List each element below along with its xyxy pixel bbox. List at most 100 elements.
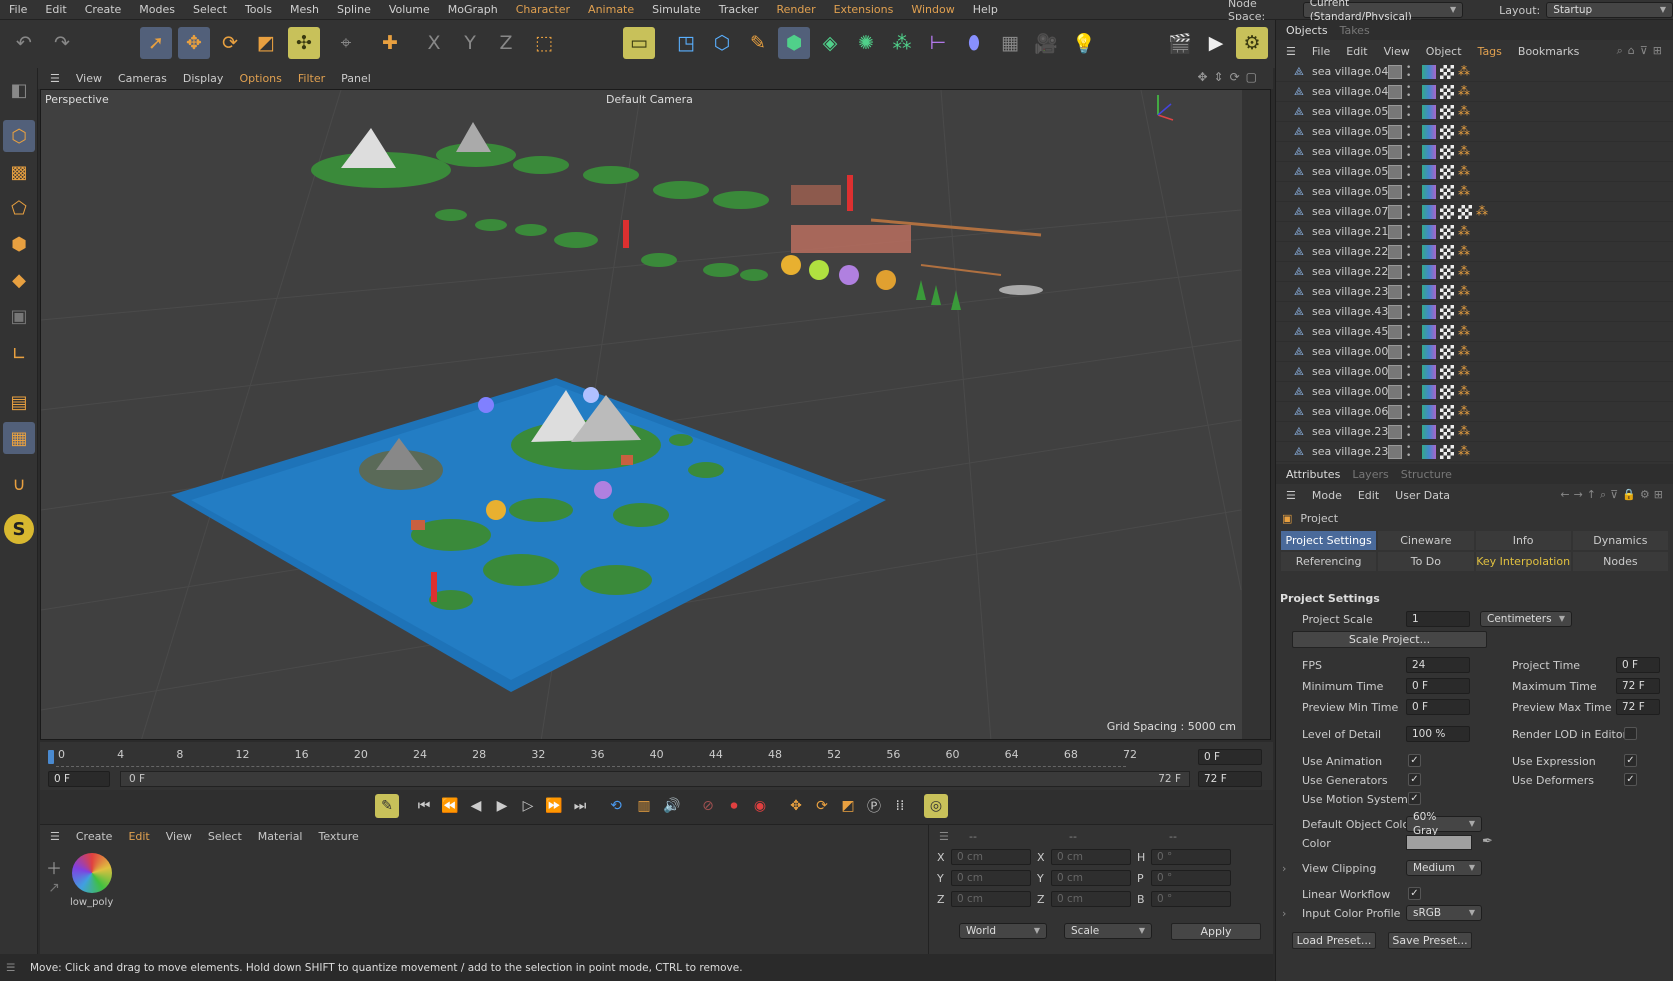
- material-tag-icon[interactable]: [1422, 265, 1436, 279]
- use-deformers-checkbox[interactable]: ✓: [1624, 773, 1637, 786]
- hamburger-icon[interactable]: ☰: [929, 830, 969, 843]
- use-motion-checkbox[interactable]: ✓: [1408, 792, 1421, 805]
- workplane-icon[interactable]: ▤: [3, 386, 35, 418]
- null-object-icon[interactable]: ◳: [670, 27, 702, 59]
- autokey-icon[interactable]: ◉: [748, 794, 772, 818]
- material-swatch-icon[interactable]: [72, 853, 112, 893]
- coordinate-system-icon[interactable]: ⬚: [528, 27, 560, 59]
- uv-mode-icon[interactable]: ▣: [3, 300, 35, 332]
- prev-key-icon[interactable]: ⏪: [438, 794, 462, 818]
- menu-modes[interactable]: Modes: [130, 0, 184, 20]
- visibility-toggle-icon[interactable]: [1388, 385, 1402, 399]
- preview-max-field[interactable]: 72 F: [1616, 699, 1660, 715]
- attr-menu-userdata[interactable]: User Data: [1395, 489, 1450, 502]
- hamburger-icon[interactable]: ☰: [50, 830, 60, 843]
- mat-menu-view[interactable]: View: [166, 830, 192, 843]
- coord-rotation-field[interactable]: 0 °: [1151, 849, 1231, 865]
- hamburger-icon[interactable]: ☰: [1286, 45, 1296, 58]
- material-tag-icon[interactable]: [1422, 145, 1436, 159]
- object-list-item[interactable]: ⟁ sea village.054 • • ⁂: [1276, 182, 1673, 202]
- texture-mode-icon[interactable]: ▩: [3, 156, 35, 188]
- menu-animate[interactable]: Animate: [579, 0, 643, 20]
- save-preset-button[interactable]: Save Preset...: [1388, 932, 1472, 949]
- scale-project-button[interactable]: Scale Project...: [1292, 631, 1487, 648]
- add-object-icon[interactable]: ✚: [374, 27, 406, 59]
- go-end-icon[interactable]: ⏭: [568, 794, 592, 818]
- coord-scale-field[interactable]: 0 cm: [1051, 870, 1131, 886]
- mat-menu-texture[interactable]: Texture: [318, 830, 358, 843]
- visibility-toggle-icon[interactable]: [1388, 105, 1402, 119]
- selection-tag-icon[interactable]: ⁂: [1458, 364, 1470, 378]
- uvw-tag-icon[interactable]: [1440, 165, 1454, 179]
- object-list-item[interactable]: ⟁ sea village.225 • • ⁂: [1276, 242, 1673, 262]
- tab-structure[interactable]: Structure: [1395, 468, 1458, 481]
- end-frame-field[interactable]: 72 F: [1198, 771, 1262, 787]
- visibility-toggle-icon[interactable]: [1388, 445, 1402, 459]
- tab-objects[interactable]: Objects: [1280, 24, 1334, 37]
- timeline-ruler[interactable]: 0 4 8 12 16 20 24 28 32 36 40 44 48 52 56 60 64 68 72: [48, 744, 1198, 768]
- uvw-tag-icon[interactable]: [1440, 225, 1454, 239]
- mat-menu-select[interactable]: Select: [208, 830, 242, 843]
- material-arrow-icon[interactable]: ↗: [44, 880, 64, 900]
- uvw-tag-icon[interactable]: [1440, 325, 1454, 339]
- coord-scale-field[interactable]: 0 cm: [1051, 891, 1131, 907]
- vp-menu-filter[interactable]: Filter: [290, 72, 333, 85]
- object-list-item[interactable]: ⟁ sea village.004 • • ⁂: [1276, 382, 1673, 402]
- edges-mode-icon[interactable]: ⬢: [3, 228, 35, 260]
- planar-workplane-icon[interactable]: ▦: [3, 422, 35, 454]
- eyedropper-icon[interactable]: ✒: [1482, 834, 1493, 849]
- default-color-dropdown[interactable]: 60% Gray ▼: [1406, 811, 1482, 837]
- visibility-toggle-icon[interactable]: [1388, 165, 1402, 179]
- timeline-icon[interactable]: ▥: [632, 794, 656, 818]
- menu-mograph[interactable]: MoGraph: [439, 0, 507, 20]
- obj-menu-object[interactable]: Object: [1426, 45, 1462, 58]
- selection-tag-icon[interactable]: ⁂: [1458, 324, 1470, 338]
- tab-attributes[interactable]: Attributes: [1280, 468, 1346, 481]
- object-list-item[interactable]: ⟁ sea village.230 • • ⁂: [1276, 282, 1673, 302]
- view-clipping-dropdown[interactable]: Medium ▼: [1406, 860, 1482, 876]
- selection-tag-icon[interactable]: ⁂: [1458, 384, 1470, 398]
- solo-icon[interactable]: S: [4, 514, 34, 544]
- object-list-item[interactable]: ⟁ sea village.233 • • ⁂: [1276, 422, 1673, 442]
- render-lod-checkbox[interactable]: [1624, 727, 1637, 740]
- play-icon[interactable]: ▶: [490, 794, 514, 818]
- menu-simulate[interactable]: Simulate: [643, 0, 710, 20]
- key-position-icon[interactable]: ✥: [784, 794, 808, 818]
- loop-icon[interactable]: ⟲: [604, 794, 628, 818]
- current-frame-field[interactable]: 0 F: [1198, 749, 1262, 765]
- obj-menu-view[interactable]: View: [1384, 45, 1410, 58]
- menu-render[interactable]: Render: [767, 0, 824, 20]
- key-scale-icon[interactable]: ◩: [836, 794, 860, 818]
- visibility-toggle-icon[interactable]: [1388, 225, 1402, 239]
- object-list-item[interactable]: ⟁ sea village.215 • • ⁂: [1276, 222, 1673, 242]
- uvw-tag-icon[interactable]: [1440, 85, 1454, 99]
- record-icon[interactable]: ⏺: [722, 794, 746, 818]
- visibility-dots-icon[interactable]: • •: [1406, 424, 1411, 441]
- camera-label[interactable]: Default Camera: [606, 93, 693, 106]
- visibility-dots-icon[interactable]: • •: [1406, 104, 1411, 121]
- snap-tool-icon[interactable]: ⌖: [330, 27, 362, 59]
- undo-icon[interactable]: ↶: [8, 27, 40, 59]
- obj-menu-edit[interactable]: Edit: [1346, 45, 1367, 58]
- next-key-icon[interactable]: ⏩: [542, 794, 566, 818]
- object-list-item[interactable]: ⟁ sea village.065 • • ⁂: [1276, 402, 1673, 422]
- render-view-icon[interactable]: ▭: [623, 27, 655, 59]
- object-list-item[interactable]: ⟁ sea village.053 • • ⁂: [1276, 162, 1673, 182]
- visibility-dots-icon[interactable]: • •: [1406, 124, 1411, 141]
- vp-menu-options[interactable]: Options: [231, 72, 289, 85]
- object-list-item[interactable]: ⟁ sea village.048 • • ⁂: [1276, 62, 1673, 82]
- attr-menu-edit[interactable]: Edit: [1358, 489, 1379, 502]
- coord-position-field[interactable]: 0 cm: [951, 849, 1031, 865]
- object-list-item[interactable]: ⟁ sea village.050 • • ⁂: [1276, 102, 1673, 122]
- coord-mode-dropdown[interactable]: Scale ▼: [1064, 923, 1152, 939]
- menu-edit[interactable]: Edit: [36, 0, 75, 20]
- snap-magnet-icon[interactable]: ∪: [3, 468, 35, 500]
- uvw-tag-icon[interactable]: [1440, 65, 1454, 79]
- visibility-dots-icon[interactable]: • •: [1406, 364, 1411, 381]
- expand-arrow-icon[interactable]: ›: [1282, 907, 1286, 920]
- uvw-tag-icon[interactable]: [1440, 185, 1454, 199]
- menu-select[interactable]: Select: [184, 0, 236, 20]
- ptab-referencing[interactable]: Referencing: [1281, 552, 1377, 571]
- selection-tag-icon[interactable]: ⁂: [1458, 304, 1470, 318]
- polygons-mode-icon[interactable]: ◆: [3, 264, 35, 296]
